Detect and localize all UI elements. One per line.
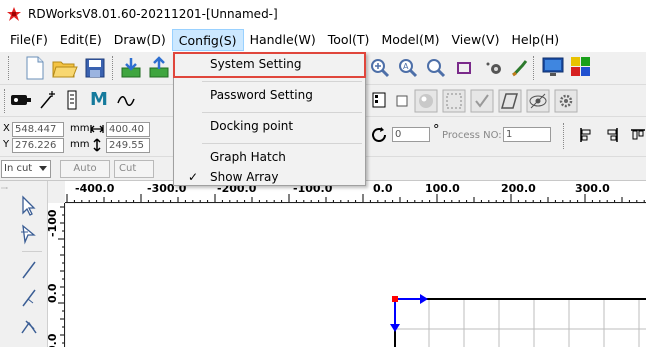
v-ruler-label: 0.0 [48, 283, 59, 304]
h-ruler-label: 300.0 [575, 182, 610, 195]
menu-bar: File(F) Edit(E) Draw(D) Config(S) Handle… [0, 28, 646, 52]
camera-icon[interactable] [484, 58, 504, 78]
menu-item-docking-point[interactable]: Docking point [174, 114, 365, 140]
align-right-icon[interactable] [604, 127, 620, 143]
y-unit-label: mm [70, 139, 90, 150]
chevron-down-icon [39, 166, 47, 171]
menu-item-show-array[interactable]: ✓ Show Array [174, 165, 365, 191]
line-tool-icon[interactable] [20, 259, 38, 281]
h-ruler-label: 0.0 [373, 182, 393, 195]
ball-gray-icon[interactable] [414, 89, 438, 113]
h-ruler-label: -400.0 [75, 182, 115, 195]
select-frame-icon[interactable] [442, 89, 466, 113]
menu-tool[interactable]: Tool(T) [322, 29, 376, 51]
polyline-tool-icon[interactable] [20, 287, 38, 309]
toolbar-grip [4, 89, 5, 113]
menu-view[interactable]: View(V) [446, 29, 506, 51]
rdworks-window: RDWorksV8.01.60-20211201-[Unnamed-] File… [0, 0, 646, 347]
toolbox-grip [1, 187, 8, 189]
parallelogram-icon[interactable] [498, 89, 522, 113]
checkbox-icon[interactable] [396, 95, 408, 107]
auto-button[interactable]: Auto [60, 160, 110, 178]
laser-head-icon[interactable] [10, 92, 32, 108]
title-bar: RDWorksV8.01.60-20211201-[Unnamed-] [0, 0, 646, 28]
export-icon[interactable] [148, 56, 170, 80]
gear-frame-icon[interactable] [554, 89, 578, 113]
toolbox-separator [22, 251, 42, 252]
m-toolbar-label[interactable]: M [90, 89, 108, 110]
select-arrow-icon[interactable] [20, 195, 38, 217]
h-ruler-label: 200.0 [501, 182, 536, 195]
eye-slash-icon[interactable] [526, 89, 550, 113]
process-no-input[interactable]: 1 [503, 127, 551, 142]
zoom-all-icon[interactable]: A [398, 58, 418, 78]
new-file-icon[interactable] [24, 56, 46, 80]
align-top-icon[interactable] [630, 127, 646, 143]
config-dropdown-menu: System Setting Password Setting Docking … [173, 52, 366, 186]
x-unit-label: mm [70, 123, 90, 134]
brush-icon[interactable] [510, 58, 530, 78]
menu-draw[interactable]: Draw(D) [108, 29, 172, 51]
zoom-out-icon[interactable] [426, 58, 446, 78]
layer-colors-icon[interactable] [570, 56, 592, 78]
menu-separator [202, 81, 362, 82]
array-copy-icon[interactable] [370, 91, 388, 109]
v-ruler-label: 0.0 [48, 333, 59, 347]
menu-file[interactable]: File(F) [4, 29, 54, 51]
cut-mode-value: In cut [4, 163, 33, 174]
width-arrows-icon [90, 123, 104, 135]
text-doc-icon[interactable] [64, 89, 82, 111]
pen-plus-icon[interactable] [38, 89, 58, 111]
process-no-label: Process NO: [442, 130, 502, 141]
import-icon[interactable] [120, 56, 142, 80]
menu-item-password-setting[interactable]: Password Setting [174, 83, 365, 109]
show-array-label: Show Array [210, 170, 279, 184]
menu-help[interactable]: Help(H) [505, 29, 565, 51]
degree-sign: ° [433, 123, 440, 138]
height-input[interactable]: 249.55 [106, 138, 150, 153]
h-ruler-label: 100.0 [425, 182, 460, 195]
cut-button[interactable]: Cut [114, 160, 154, 178]
menu-separator [202, 112, 362, 113]
x-coord-label: X [3, 123, 10, 134]
menu-item-system-setting[interactable]: System Setting [173, 52, 366, 78]
open-folder-icon[interactable] [52, 56, 78, 80]
red-laser-icon [6, 6, 22, 22]
curve-tool-icon[interactable] [20, 315, 38, 337]
menu-config[interactable]: Config(S) [171, 29, 244, 51]
wave-icon[interactable] [116, 91, 136, 109]
width-input[interactable]: 400.40 [106, 122, 150, 137]
zoom-in-icon[interactable] [370, 58, 390, 78]
monitor-icon[interactable] [542, 56, 564, 78]
svg-text:A: A [403, 62, 409, 71]
y-coord-label: Y [3, 139, 10, 150]
origin-axes-icon [390, 294, 428, 332]
cut-mode-select[interactable]: In cut [1, 160, 51, 178]
drawing-canvas[interactable] [66, 204, 646, 347]
page-frame-icon[interactable] [456, 60, 472, 76]
toolbar-separator [533, 56, 534, 80]
toolbar-separator [112, 56, 113, 80]
menu-model[interactable]: Model(M) [375, 29, 445, 51]
checkmark-icon: ✓ [188, 170, 199, 184]
menu-edit[interactable]: Edit(E) [54, 29, 108, 51]
rotate-angle-input[interactable]: 0 [392, 127, 430, 142]
vertical-ruler: -100 0.0 0.0 [48, 203, 65, 347]
toolbar-grip [8, 56, 9, 80]
left-toolbox [0, 181, 48, 347]
rotate-icon[interactable] [370, 126, 388, 144]
height-arrows-icon [92, 138, 102, 152]
align-left-icon[interactable] [578, 127, 594, 143]
save-icon[interactable] [84, 56, 106, 80]
y-coord-input[interactable]: 276.226 [12, 138, 64, 153]
window-title: RDWorksV8.01.60-20211201-[Unnamed-] [28, 7, 278, 21]
menu-separator [202, 143, 362, 144]
toolbar-separator [563, 123, 564, 149]
work-area-grid [394, 298, 646, 347]
node-edit-icon[interactable] [20, 223, 38, 245]
check-frame-icon[interactable] [470, 89, 494, 113]
menu-handle[interactable]: Handle(W) [244, 29, 322, 51]
x-coord-input[interactable]: 548.447 [12, 122, 64, 137]
v-ruler-label: -100 [48, 209, 59, 237]
